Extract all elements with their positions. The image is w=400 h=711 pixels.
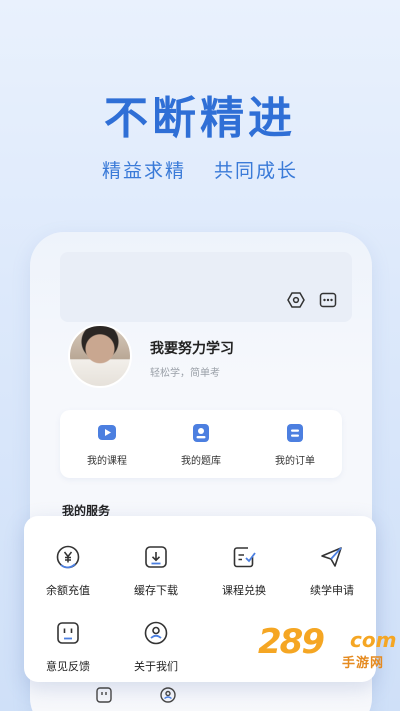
quick-actions: 我的课程 我的题库 我的订单 xyxy=(60,410,342,478)
my-courses-label: 我的课程 xyxy=(87,455,127,467)
bottom-peek-icons xyxy=(95,686,177,704)
about-us-label: 关于我们 xyxy=(134,660,178,673)
my-question-bank-button[interactable]: 我的题库 xyxy=(161,422,241,467)
my-courses-button[interactable]: 我的课程 xyxy=(67,422,147,467)
username: 我要努力学习 xyxy=(150,341,234,357)
subline-right: 共同成长 xyxy=(214,160,299,182)
subheadline: 精益求精 共同成长 xyxy=(0,156,400,183)
about-icon xyxy=(160,687,176,703)
my-question-bank-label: 我的题库 xyxy=(181,455,221,467)
about-icon xyxy=(144,621,168,645)
feedback-icon xyxy=(57,622,79,644)
headline: 不断精进 xyxy=(104,93,296,144)
my-orders-label: 我的订单 xyxy=(275,455,315,467)
renewal-request-button[interactable]: 续学申请 xyxy=(288,544,376,598)
avatar[interactable] xyxy=(68,324,132,388)
exchange-icon xyxy=(233,547,256,568)
order-icon xyxy=(287,423,303,442)
feedback-button[interactable]: 意见反馈 xyxy=(24,620,112,674)
feedback-icon xyxy=(96,687,112,703)
send-icon xyxy=(321,547,342,567)
recharge-button[interactable]: 余额充值 xyxy=(24,544,112,598)
download-icon xyxy=(145,546,167,568)
recharge-label: 余额充值 xyxy=(46,584,90,597)
download-cache-button[interactable]: 缓存下载 xyxy=(112,544,200,598)
download-cache-label: 缓存下载 xyxy=(134,584,178,597)
feedback-label: 意见反馈 xyxy=(46,660,90,673)
subline-left: 精益求精 xyxy=(101,160,186,182)
yen-coin-icon xyxy=(56,545,80,569)
top-icon-bar xyxy=(286,290,338,310)
question-bank-icon xyxy=(193,423,209,442)
watermark-number: 289 xyxy=(258,622,325,662)
settings-hex-icon[interactable] xyxy=(286,290,306,310)
site-watermark-logo: 289 com 手游网 xyxy=(258,622,398,672)
play-video-icon xyxy=(98,424,116,440)
watermark-text: 手游网 xyxy=(342,656,385,671)
watermark-suffix: com xyxy=(350,628,397,652)
my-orders-button[interactable]: 我的订单 xyxy=(255,422,335,467)
user-description: 轻松学，简单考 xyxy=(150,368,220,379)
course-exchange-button[interactable]: 课程兑换 xyxy=(200,544,288,598)
more-icon[interactable] xyxy=(318,290,338,310)
header-banner xyxy=(60,252,352,322)
course-exchange-label: 课程兑换 xyxy=(222,584,266,597)
renewal-request-label: 续学申请 xyxy=(310,584,354,597)
about-us-button[interactable]: 关于我们 xyxy=(112,620,200,674)
